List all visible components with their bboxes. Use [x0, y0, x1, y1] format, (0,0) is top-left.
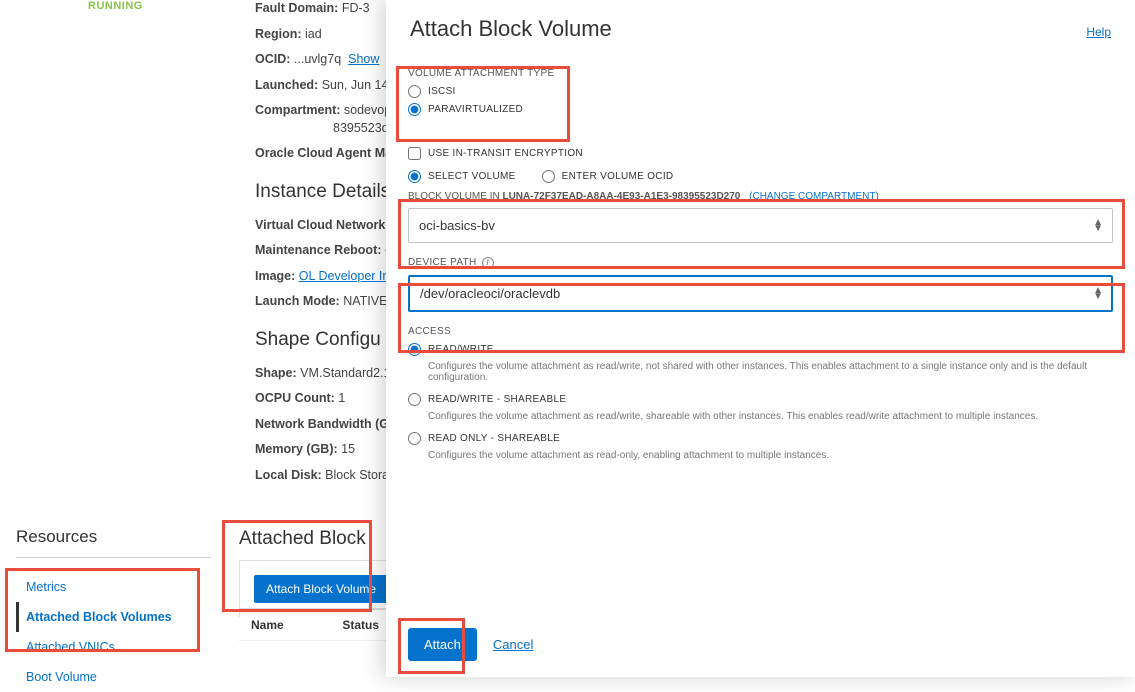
table-col-status: Status: [342, 618, 379, 632]
status-badge: RUNNING: [88, 0, 143, 12]
radio-read-write-shareable-input[interactable]: [408, 393, 421, 406]
checkbox-in-transit-encryption[interactable]: Use In-Transit Encryption: [408, 147, 1113, 160]
mem-label: Memory (GB):: [255, 442, 338, 456]
device-path-select[interactable]: /dev/oracleoci/oraclevdb: [408, 275, 1113, 312]
radio-iscsi-label: iSCSI: [428, 86, 456, 97]
fault-domain-value: FD-3: [342, 1, 370, 15]
device-path-label: Device Path: [408, 257, 477, 268]
radio-read-only-shareable-input[interactable]: [408, 432, 421, 445]
radio-read-write-input[interactable]: [408, 343, 421, 356]
nbw-label: Network Bandwidth (Gbp: [255, 417, 404, 431]
ld-label: Local Disk:: [255, 468, 322, 482]
resources-item-attached-block-volumes[interactable]: Attached Block Volumes: [16, 602, 211, 632]
resources-item-boot-volume[interactable]: Boot Volume: [16, 662, 211, 692]
agent-label: Oracle Cloud Agent Man: [255, 146, 400, 160]
radio-enter-volume-ocid-input[interactable]: [542, 170, 555, 183]
radio-select-volume[interactable]: Select Volume: [408, 170, 516, 183]
radio-select-volume-label: Select Volume: [428, 171, 516, 182]
shape-label: Shape:: [255, 366, 297, 380]
radio-enter-volume-ocid-label: Enter Volume OCID: [562, 171, 674, 182]
compartment-label: Compartment:: [255, 103, 340, 117]
resources-heading: Resources: [16, 527, 211, 558]
read-only-shareable-desc: Configures the volume attachment as read…: [428, 450, 1113, 461]
region-value: iad: [305, 27, 322, 41]
access-label: Access: [408, 326, 1113, 337]
mem-value: 15: [341, 442, 355, 456]
region-label: Region:: [255, 27, 302, 41]
attach-block-volume-panel: Attach Block Volume Help Volume Attachme…: [386, 0, 1135, 677]
radio-read-only-shareable-label: Read Only - Shareable: [428, 433, 560, 444]
ocid-show-link[interactable]: Show: [348, 52, 379, 66]
radio-paravirtualized[interactable]: Paravirtualized: [408, 103, 1103, 116]
radio-read-write[interactable]: Read/Write: [408, 343, 1113, 356]
radio-iscsi-input[interactable]: [408, 85, 421, 98]
shape-value: VM.Standard2.1: [300, 366, 390, 380]
block-volume-in-label: Block Volume in: [408, 191, 502, 202]
radio-paravirtualized-input[interactable]: [408, 103, 421, 116]
change-compartment-link[interactable]: (Change Compartment): [749, 191, 879, 202]
ocpu-label: OCPU Count:: [255, 391, 335, 405]
table-col-name: Name: [239, 618, 339, 632]
ocpu-value: 1: [338, 391, 345, 405]
help-link[interactable]: Help: [1086, 25, 1111, 39]
attached-block-heading: Attached Block: [239, 528, 366, 550]
radio-select-volume-input[interactable]: [408, 170, 421, 183]
launch-mode-label: Launch Mode:: [255, 294, 340, 308]
checkbox-in-transit-input[interactable]: [408, 147, 421, 160]
block-volume-scope: LUNA-72F37EAD-A8AA-4E93-A1E3-98395523D27…: [502, 191, 740, 202]
read-write-shareable-desc: Configures the volume attachment as read…: [428, 411, 1113, 422]
radio-read-write-label: Read/Write: [428, 344, 494, 355]
resources-item-metrics[interactable]: Metrics: [16, 572, 211, 602]
ocid-value: ...uvlg7q: [294, 52, 341, 66]
radio-paravirtualized-label: Paravirtualized: [428, 104, 523, 115]
attach-button[interactable]: Attach: [408, 628, 477, 661]
read-write-desc: Configures the volume attachment as read…: [428, 361, 1113, 383]
launched-label: Launched:: [255, 78, 318, 92]
ocid-label: OCID:: [255, 52, 290, 66]
maint-label: Maintenance Reboot:: [255, 243, 381, 257]
radio-read-write-shareable-label: Read/Write - Shareable: [428, 394, 566, 405]
resources-item-attached-vnics[interactable]: Attached VNICs: [16, 632, 211, 662]
radio-read-only-shareable[interactable]: Read Only - Shareable: [408, 432, 1113, 445]
launch-mode-value: NATIVE: [343, 294, 387, 308]
volume-attachment-type-label: Volume Attachment Type: [408, 68, 1103, 79]
fault-domain-label: Fault Domain:: [255, 1, 338, 15]
panel-title: Attach Block Volume: [410, 16, 612, 42]
radio-iscsi[interactable]: iSCSI: [408, 85, 1103, 98]
cancel-link[interactable]: Cancel: [493, 637, 533, 652]
radio-enter-volume-ocid[interactable]: Enter Volume OCID: [542, 170, 674, 183]
radio-read-write-shareable[interactable]: Read/Write - Shareable: [408, 393, 1113, 406]
checkbox-in-transit-label: Use In-Transit Encryption: [428, 148, 583, 159]
info-icon[interactable]: i: [482, 257, 494, 269]
vcn-label: Virtual Cloud Network:: [255, 218, 390, 232]
image-label: Image:: [255, 269, 295, 283]
block-volume-select[interactable]: oci-basics-bv: [408, 208, 1113, 243]
attach-block-volume-button[interactable]: Attach Block Volume: [254, 575, 388, 603]
